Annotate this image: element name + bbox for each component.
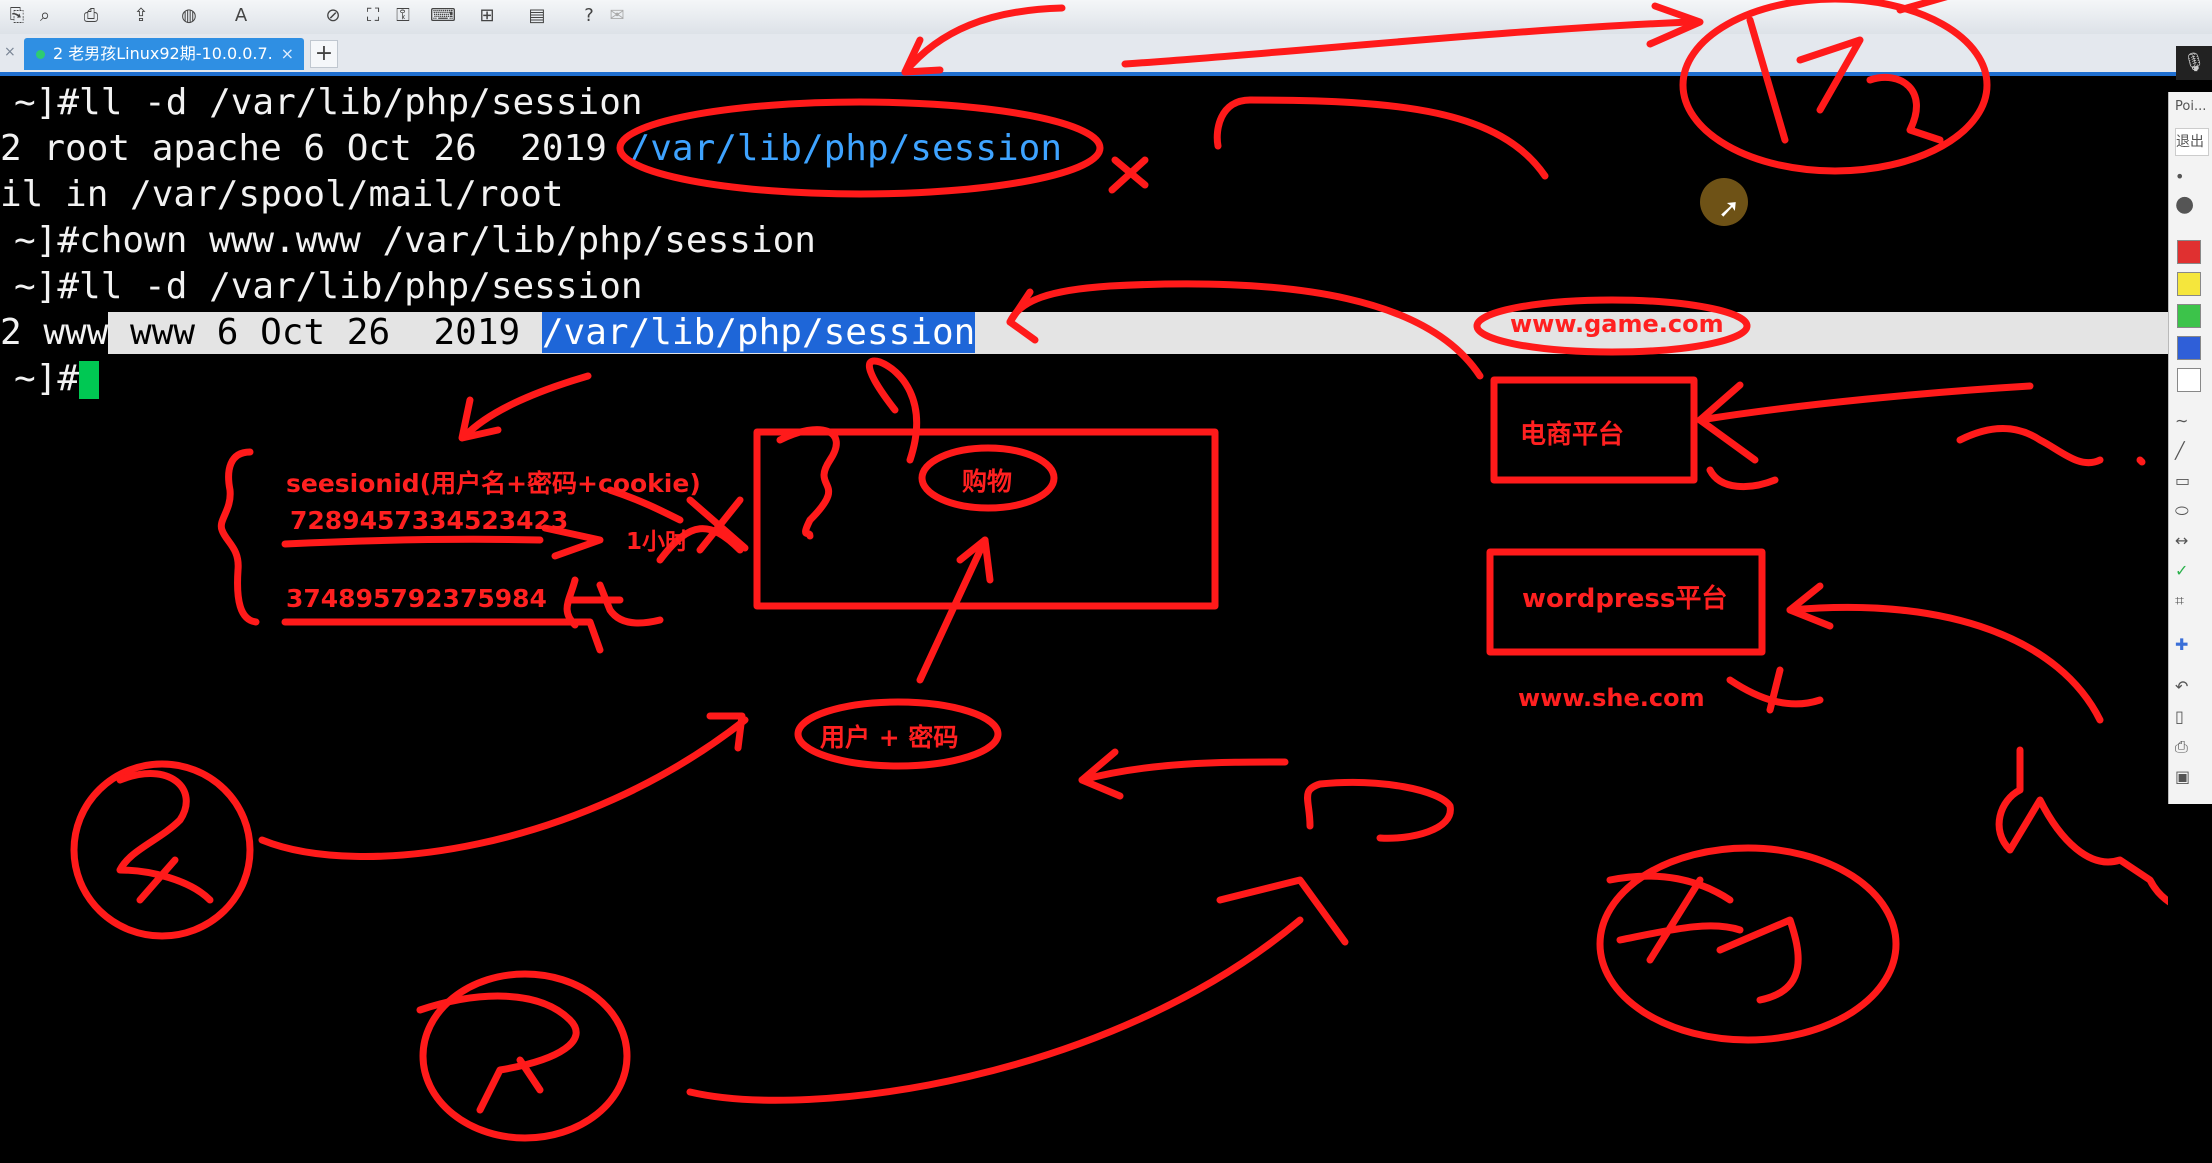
color-yellow[interactable] [2177, 272, 2201, 296]
scribble-stroke [1995, 746, 2168, 906]
session-id-1: 7289457334523423 [290, 506, 569, 535]
cross-stroke [1726, 666, 1824, 714]
scribble-stroke [865, 357, 921, 464]
arrow-stroke [258, 716, 749, 860]
shopping-label: 购物 [962, 467, 1013, 496]
site-game-label: www.game.com [1510, 310, 1724, 338]
ecommerce-label: 电商平台 [1520, 420, 1625, 450]
color-blue[interactable] [2177, 336, 2201, 360]
box-stroke [753, 428, 1219, 610]
user-pass-label: 用户 + 密码 [820, 723, 959, 752]
undo-icon[interactable]: ↶ [2175, 674, 2207, 700]
color-white[interactable] [2177, 368, 2201, 392]
page-icon[interactable]: ▯ [2175, 704, 2207, 730]
arrow-stroke [916, 536, 989, 684]
mouse-pointer-icon: ➚ [1718, 194, 1740, 224]
arrow-stroke [1078, 758, 1289, 784]
brace-stroke [217, 448, 260, 626]
freehand-icon[interactable]: ∼ [2175, 408, 2207, 434]
screen-icon[interactable]: ▣ [2175, 764, 2207, 790]
move-icon[interactable]: ✚ [2175, 632, 2207, 658]
arrow-stroke [1213, 96, 1549, 180]
drawing-toolbar: Poi... 退出 • ● ∼ ╱ ▭ ⬭ ↔ ✓ ⌗ ✚ ↶ ▯ ⎙ ▣ [2168, 92, 2212, 804]
scribble-stroke [1606, 872, 1802, 1004]
scribble-stroke [116, 770, 214, 904]
arrow-stroke [461, 372, 592, 440]
print-icon[interactable]: ⎙ [2175, 734, 2207, 760]
arrow-stroke [901, 4, 1066, 76]
arrow-stroke [1006, 280, 1484, 380]
arrow-stroke [1786, 604, 2104, 724]
microphone-icon[interactable]: 🎙 [2176, 46, 2212, 80]
scribble-stroke [776, 426, 840, 540]
dot-small-icon[interactable]: • [2175, 164, 2207, 190]
arrowhead-stroke [1696, 381, 1779, 491]
session-id-2: 374895792375984 [286, 584, 547, 613]
cross-stroke [686, 496, 749, 554]
color-green[interactable] [2177, 304, 2201, 328]
arrow-stroke [686, 916, 1304, 1104]
pointer-label[interactable]: Poi... [2175, 94, 2207, 120]
arrow-icon[interactable]: ↔ [2175, 528, 2207, 554]
scribble-stroke [1956, 424, 2146, 467]
cross-stroke [1108, 156, 1149, 194]
ink-annotations [70, 0, 2168, 1142]
scribble-stroke [416, 992, 580, 1114]
arrow-stroke [1121, 18, 1694, 68]
scribble-stroke [1304, 778, 1454, 842]
circle-stroke [70, 760, 254, 940]
arrow-stroke [1696, 382, 2034, 424]
dot-large-icon[interactable]: ● [2175, 192, 2207, 218]
color-red[interactable] [2177, 240, 2201, 264]
line-icon[interactable]: ╱ [2175, 438, 2207, 464]
exit-button[interactable]: 退出 [2175, 128, 2209, 156]
expire-label: 1小时 [626, 529, 689, 555]
ellipse-icon[interactable]: ⬭ [2175, 498, 2207, 524]
rectangle-icon[interactable]: ▭ [2175, 468, 2207, 494]
underline-stroke [281, 535, 544, 548]
session-label: seesionid(用户名+密码+cookie) [286, 469, 701, 498]
check-icon[interactable]: ✓ [2175, 558, 2207, 584]
wordpress-label: wordpress平台 [1522, 584, 1728, 614]
crop-icon[interactable]: ⌗ [2175, 588, 2207, 614]
circle-stroke [616, 98, 1104, 198]
site-she-label: www.she.com [1518, 684, 1705, 712]
